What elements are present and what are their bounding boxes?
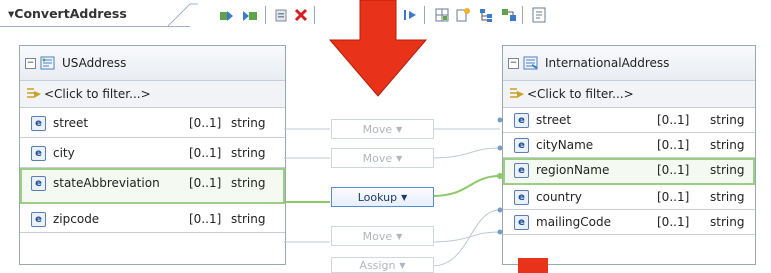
connection-line [431, 231, 501, 243]
connection-dot [497, 229, 503, 235]
transform-button-move[interactable]: Move ▼ [331, 119, 434, 139]
transform-label: Move [362, 151, 393, 165]
transform-label: Lookup [357, 190, 398, 204]
connection-dot [497, 145, 503, 151]
connection-dot [497, 207, 503, 213]
chevron-down-icon[interactable]: ▼ [396, 232, 402, 241]
connection-dot [497, 173, 503, 179]
connection-dot [497, 117, 503, 123]
connection-line [431, 147, 501, 159]
chevron-down-icon[interactable]: ▼ [396, 154, 402, 163]
red-arrow-stub [518, 258, 548, 273]
chevron-down-icon[interactable]: ▼ [399, 261, 405, 270]
transform-button-assign[interactable]: Assign ▼ [331, 257, 434, 273]
transform-button-move[interactable]: Move ▼ [331, 148, 434, 168]
transform-label: Assign [359, 258, 396, 272]
transform-label: Move [362, 122, 393, 136]
transform-button-move[interactable]: Move ▼ [331, 226, 434, 246]
chevron-down-icon[interactable]: ▼ [401, 193, 407, 202]
red-down-arrow [328, 0, 428, 97]
active-connection-line [431, 175, 501, 197]
chevron-down-icon[interactable]: ▼ [396, 125, 402, 134]
transform-button-lookup[interactable]: Lookup ▼ [331, 187, 434, 207]
transform-label: Move [362, 229, 393, 243]
